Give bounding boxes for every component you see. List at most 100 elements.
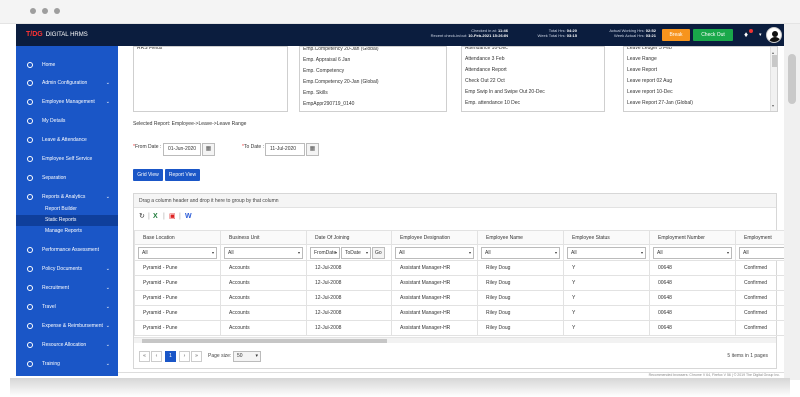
table-row[interactable]: Pyramid - Pune Accounts 12-Jul-2008 Assista… [134, 275, 800, 291]
filter-go-button[interactable]: Go [372, 246, 385, 259]
refresh-icon[interactable]: ↻ [139, 212, 145, 222]
column-header[interactable]: Employee Status [563, 230, 650, 245]
checkin-info: Checked in at: 11:46 Recent check-in/out… [404, 28, 508, 38]
group-by-hint[interactable]: Drag a column header and drop it here to… [134, 194, 776, 208]
column-header[interactable]: Date Of Joining [306, 230, 392, 245]
arrow-down-icon[interactable]: ▾ [772, 100, 774, 111]
next-page-button[interactable]: › [179, 351, 190, 362]
sidebar-subitem[interactable]: Static Reports [16, 215, 118, 226]
listbox-scrollbar[interactable]: ▴ ▾ [770, 47, 777, 111]
scrollbar-thumb[interactable] [142, 339, 387, 343]
column-filter-select[interactable]: All ▾ [653, 246, 732, 259]
listbox-option[interactable]: RRS Fields [134, 47, 287, 54]
listbox-option[interactable]: Check Out 22 Oct [462, 76, 604, 87]
pdf-icon[interactable]: ▣ [169, 212, 176, 222]
listbox-option[interactable]: Leave report 02 Aug [624, 76, 777, 87]
sidebar-item[interactable]: Leave & Attendance [16, 131, 118, 149]
sidebar-item[interactable]: Employee Self Service [16, 150, 118, 168]
last-page-button[interactable]: » [191, 351, 202, 362]
sidebar-item[interactable]: Expense & Reimbursement ⌄ [16, 317, 118, 335]
page-size-select[interactable]: 50 ▾ [233, 351, 261, 362]
break-button[interactable]: Break [662, 29, 690, 41]
table-cell: Pyramid - Pune [134, 260, 221, 276]
report-view-button[interactable]: Report View [165, 169, 200, 181]
calendar-icon[interactable]: ▦ [306, 143, 319, 156]
report-listbox-3[interactable]: Attendance 10-Dec Attendance 3 Feb Attenda… [461, 46, 605, 112]
filter-cell: All ▾ [563, 244, 650, 261]
window-dot-icon[interactable] [42, 8, 48, 14]
horizontal-scrollbar[interactable] [134, 337, 776, 343]
calendar-icon[interactable]: ▦ [202, 143, 215, 156]
filter-cell: All ▾ [134, 244, 221, 261]
prev-page-button[interactable]: ‹ [151, 351, 162, 362]
listbox-option[interactable]: Leave Ledger 3 Feb [624, 47, 777, 54]
sidebar-item[interactable]: Separation [16, 169, 118, 187]
sidebar-item[interactable]: Training ⌄ [16, 355, 118, 373]
listbox-option[interactable]: Emp Swip In and Swipe Out 20-Dec [462, 87, 604, 98]
sidebar-subitem[interactable]: Report Builder [16, 204, 118, 215]
listbox-option[interactable]: Emp. attendance 10 Dec [462, 98, 604, 109]
first-page-button[interactable]: « [139, 351, 150, 362]
table-row[interactable]: Pyramid - Pune Accounts 12-Jul-2008 Assista… [134, 305, 800, 321]
listbox-option[interactable]: Emp.Competency 20-Jan (Global) [300, 47, 446, 55]
column-filter-select[interactable]: All ▾ [138, 246, 217, 259]
listbox-option[interactable]: Attendance 3 Feb [462, 54, 604, 65]
scrollbar-thumb[interactable] [788, 54, 796, 104]
sidebar-item[interactable]: Policy Documents ⌄ [16, 260, 118, 278]
table-row[interactable]: Pyramid - Pune Accounts 12-Jul-2008 Assista… [134, 260, 800, 276]
window-dot-icon[interactable] [54, 8, 60, 14]
listbox-option[interactable]: Emp. Appraisal 6 Jan [300, 55, 446, 66]
listbox-option[interactable]: Emp. Competency [300, 66, 446, 77]
column-header[interactable]: Business Unit [220, 230, 307, 245]
check-out-button[interactable]: Check Out [693, 29, 733, 41]
from-date-input[interactable]: 01-Jun-2020 [163, 143, 201, 156]
sidebar-item[interactable]: Travel ⌄ [16, 298, 118, 316]
sidebar-subitem[interactable]: Manage Reports [16, 226, 118, 237]
scrollbar-thumb[interactable] [772, 55, 777, 67]
page-button-current[interactable]: 1 [165, 351, 176, 362]
listbox-option[interactable]: Leave Range [624, 54, 777, 65]
table-row[interactable]: Pyramid - Pune Accounts 12-Jul-2008 Assista… [134, 290, 800, 306]
listbox-option[interactable]: Attendance Report [462, 65, 604, 76]
bell-icon[interactable]: ♦ [744, 29, 754, 40]
listbox-option[interactable]: EmpAppr290719_0140 [300, 99, 446, 110]
column-header[interactable]: Employee Designation [391, 230, 478, 245]
sidebar-item[interactable]: Recruitment ⌄ [16, 279, 118, 297]
report-listbox-4[interactable]: Leave Ledger 3 Feb Leave Range Leave Repor… [623, 46, 778, 112]
column-filter-value: All [657, 249, 663, 256]
report-listbox-2[interactable]: Emp.Competency 20-Jan (Global) Emp. Appra… [299, 46, 447, 112]
chevron-down-icon[interactable]: ▾ [759, 32, 762, 38]
column-filter-select[interactable]: All ▾ [567, 246, 646, 259]
column-header[interactable]: Employee Name [477, 230, 564, 245]
listbox-option[interactable]: Leave report 10-Dec [624, 87, 777, 98]
column-header[interactable]: Base Location [134, 230, 221, 245]
column-filter-select[interactable]: All ▾ [224, 246, 303, 259]
sidebar-item[interactable]: Performance Assessment [16, 241, 118, 259]
sidebar-item[interactable]: Admin Configuration ⌄ [16, 74, 118, 92]
column-filter-select[interactable]: All ▾ [481, 246, 560, 259]
listbox-option[interactable]: Emp.Competency 20-Jan (Global) [300, 77, 446, 88]
listbox-option[interactable]: Attendance 10-Dec [462, 47, 604, 54]
column-filter-select[interactable]: All ▾ [395, 246, 474, 259]
word-icon[interactable]: W [185, 212, 192, 222]
to-date-filter[interactable]: ToDate ▾ [341, 246, 371, 259]
avatar[interactable] [766, 27, 782, 43]
sidebar-item[interactable]: Employee Management ⌄ [16, 93, 118, 111]
table-row[interactable]: Pyramid - Pune Accounts 12-Jul-2008 Assista… [134, 320, 800, 336]
listbox-option[interactable]: Leave Report [624, 65, 777, 76]
listbox-option[interactable]: Emp. Skills [300, 88, 446, 99]
window-dot-icon[interactable] [30, 8, 36, 14]
to-date-input[interactable]: 11-Jul-2020 [265, 143, 305, 156]
sidebar-item[interactable]: Resource Allocation ⌄ [16, 336, 118, 354]
sidebar-item[interactable]: Home [16, 56, 118, 74]
from-date-filter[interactable]: FromDate ▾ [310, 246, 340, 259]
app-logo[interactable]: T/DG DIGITAL HRMS [26, 31, 88, 38]
column-header[interactable]: Employment Number [649, 230, 736, 245]
page-scrollbar[interactable] [784, 24, 800, 380]
excel-icon[interactable]: X [153, 212, 158, 222]
sidebar-item[interactable]: My Details [16, 112, 118, 130]
report-listbox-1[interactable]: RRS Fields [133, 46, 288, 112]
listbox-option[interactable]: Leave Report 27-Jan (Global) [624, 98, 777, 109]
menu-item-icon [27, 80, 33, 86]
grid-view-button[interactable]: Grid View [133, 169, 163, 181]
